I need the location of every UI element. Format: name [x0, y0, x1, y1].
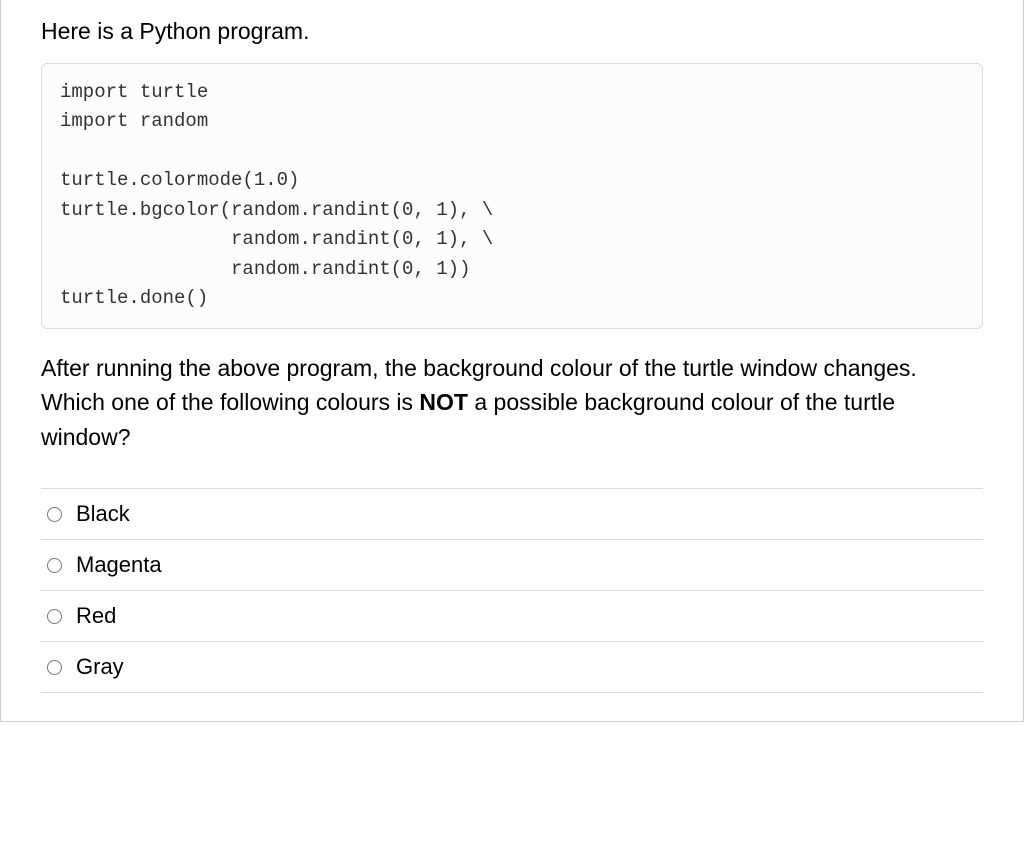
option-row[interactable]: Gray	[41, 641, 983, 693]
question-text: After running the above program, the bac…	[41, 351, 983, 455]
option-row[interactable]: Red	[41, 590, 983, 641]
code-block: import turtle import random turtle.color…	[41, 63, 983, 329]
radio-input[interactable]	[47, 660, 62, 675]
option-label: Black	[76, 501, 130, 527]
intro-text: Here is a Python program.	[41, 0, 983, 45]
question-bold: NOT	[419, 389, 468, 415]
option-label: Red	[76, 603, 116, 629]
radio-input[interactable]	[47, 609, 62, 624]
options-list: Black Magenta Red Gray	[41, 488, 983, 693]
option-label: Magenta	[76, 552, 162, 578]
option-label: Gray	[76, 654, 124, 680]
option-row[interactable]: Black	[41, 488, 983, 539]
option-row[interactable]: Magenta	[41, 539, 983, 590]
radio-input[interactable]	[47, 558, 62, 573]
radio-input[interactable]	[47, 507, 62, 522]
question-card: Here is a Python program. import turtle …	[0, 0, 1024, 722]
